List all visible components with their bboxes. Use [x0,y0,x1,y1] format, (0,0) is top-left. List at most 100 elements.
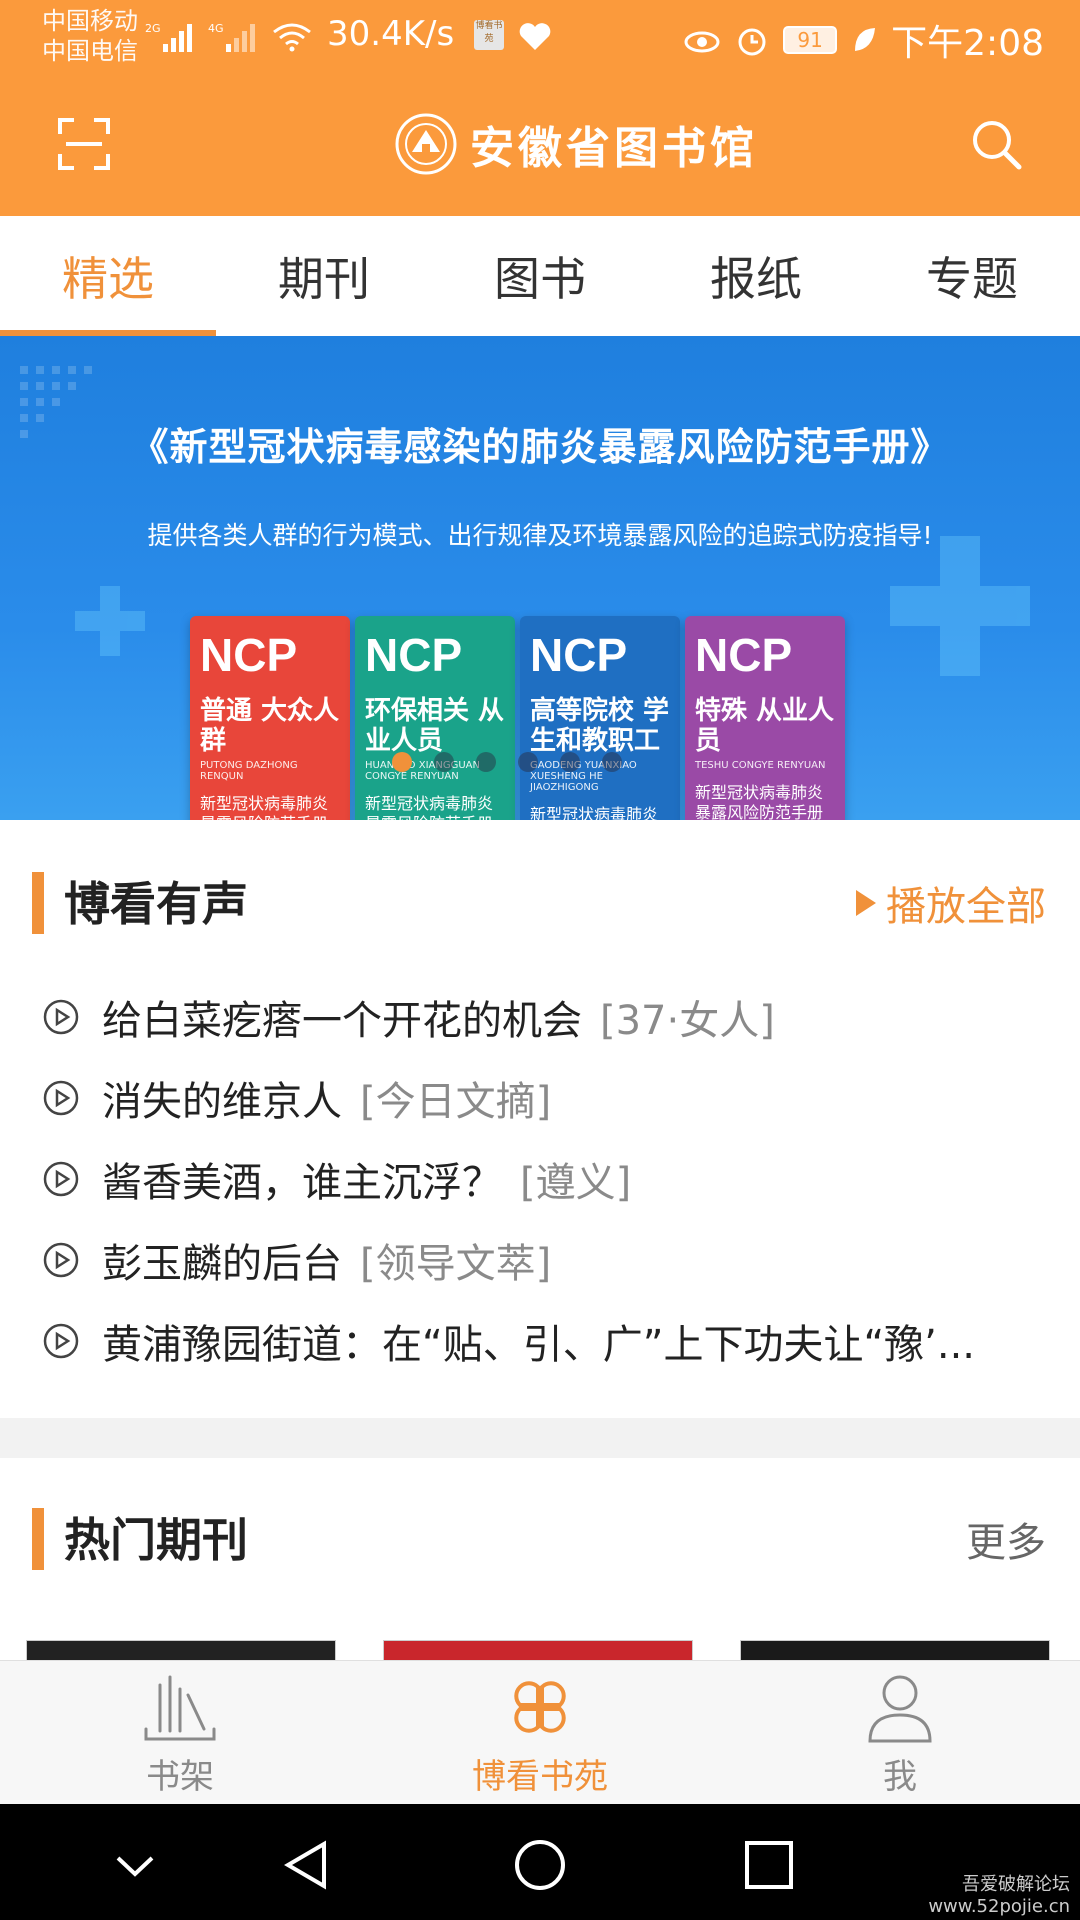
book-title: 普通 大众人群 [200,696,340,756]
carrier-2: 中国电信 [42,37,138,65]
list-item[interactable]: 消失的维京人 [今日文摘] [0,1057,1080,1138]
audio-source: [领导文萃] [360,1240,552,1287]
audio-section-header: 博看有声 播放全部 [0,860,1080,940]
category-tabs: 精选 期刊 图书 报纸 专题 [0,216,1080,336]
health-heart-icon [519,23,551,50]
carousel-indicator [392,752,622,772]
play-circle-icon[interactable] [42,1322,80,1360]
book-title: 特殊 从业人员 [695,696,835,756]
audio-source: [遵义] [520,1159,632,1206]
audio-title: 黄浦豫园街道：在“贴、引、广”上下功夫让“豫’... [102,1321,976,1368]
play-circle-icon[interactable] [42,1160,80,1198]
section-accent-bar [32,872,44,934]
bookshelf-icon [144,1675,216,1740]
carrier-info: 中国移动 中国电信 [42,6,138,66]
tab-topics[interactable]: 专题 [864,216,1080,336]
network-speed: 30.4K/s [327,14,455,54]
nav-bokan-label: 博看书苑 [472,1756,608,1797]
audio-source: [今日文摘] [360,1078,552,1125]
carousel-dot[interactable] [560,752,580,772]
audio-title: 消失的维京人 [102,1078,342,1125]
book-brand: NCP [200,629,298,681]
app-notification-icon: 博看书苑 [474,20,504,50]
list-item[interactable]: 黄浦豫园街道：在“贴、引、广”上下功夫让“豫’... [0,1300,1080,1381]
carousel-dot-active[interactable] [392,752,412,772]
tab-books[interactable]: 图书 [432,216,648,336]
leaf-icon [855,28,876,51]
audio-list: 给白菜疙瘩一个开花的机会 [37·女人] 消失的维京人 [今日文摘] 酱香美酒，… [0,976,1080,1381]
tab-featured[interactable]: 精选 [0,216,216,336]
play-circle-icon[interactable] [42,1079,80,1117]
handbook-cover: NCP 高等院校 学生和教职工 GAODENG YUANXIAO XUESHEN… [520,616,680,820]
audio-title: 酱香美酒，谁主沉浮？ [102,1159,502,1206]
tab-periodicals[interactable]: 期刊 [216,216,432,336]
book-brand: NCP [365,629,463,681]
hide-nav-chevron-icon[interactable] [108,1838,162,1892]
play-all-button[interactable]: 播放全部 [854,874,1046,932]
watermark-line2: www.52pojie.cn [928,1896,1070,1917]
watermark-line1: 吾爱破解论坛 [962,1874,1070,1895]
app-header: 安徽省图书馆 [0,72,1080,216]
library-seal-icon [395,113,457,175]
alarm-icon [738,28,766,56]
audio-title: 彭玉麟的后台 [102,1240,342,1287]
nav-bookshelf-label: 书架 [146,1756,214,1797]
book-handbook: 新型冠状病毒肺炎 暴露风险防范手册 [530,805,659,820]
section-divider [0,1418,1080,1458]
clock: 下午2:08 [891,23,1044,64]
book-handbook: 新型冠状病毒肺炎 暴露风险防范手册 [200,794,329,820]
scan-icon[interactable] [56,116,112,172]
status-right: 91 下午2:08 [683,14,1044,66]
list-item[interactable]: 给白菜疙瘩一个开花的机会 [37·女人] [0,976,1080,1057]
back-icon[interactable] [280,1838,334,1892]
book-pinyin: TESHU CONGYE RENYUAN [695,760,826,771]
play-all-label: 播放全部 [886,884,1046,930]
play-circle-icon[interactable] [42,1241,80,1279]
nav-me-label: 我 [883,1756,917,1797]
carousel-dot[interactable] [518,752,538,772]
nav-bookshelf[interactable]: 书架 [0,1661,360,1805]
clover-icon [514,1680,566,1733]
carousel-dot[interactable] [434,752,454,772]
status-bar: 中国移动 中国电信 2G 4G 30.4K/s 博看书苑 91 下午2:08 [0,0,1080,72]
carrier-1: 中国移动 [42,7,138,35]
audio-title: 给白菜疙瘩一个开花的机会 [102,997,582,1044]
bottom-navigation: 书架 博看书苑 我 [0,1660,1080,1804]
book-handbook: 新型冠状病毒肺炎 暴露风险防范手册 [695,783,824,820]
svg-text:4G: 4G [208,22,224,35]
magazine-section-title: 热门期刊 [64,1513,248,1567]
audio-section-title: 博看有声 [64,877,248,931]
book-pinyin: PUTONG DAZHONG RENQUN [200,760,298,782]
wifi-icon [273,23,311,52]
handbook-cover: NCP 特殊 从业人员 TESHU CONGYE RENYUAN 新型冠状病毒肺… [685,616,845,820]
nav-bokan-library[interactable]: 博看书苑 [360,1661,720,1805]
carousel-dot[interactable] [602,752,622,772]
signal-4g-icon: 4G [208,22,255,52]
recents-icon[interactable] [742,1838,796,1892]
list-item[interactable]: 彭玉麟的后台 [领导文萃] [0,1219,1080,1300]
search-icon[interactable] [968,116,1024,172]
system-navigation-bar: 吾爱破解论坛 www.52pojie.cn [0,1804,1080,1920]
handbook-cover: NCP 环保相关 从业人员 HUANBAO XIANGGUAN CONGYE R… [355,616,515,820]
section-accent-bar [32,1508,44,1570]
book-brand: NCP [530,629,628,681]
promo-banner[interactable]: 《新型冠状病毒感染的肺炎暴露风险防范手册》 提供各类人群的行为模式、出行规律及环… [0,336,1080,820]
more-button[interactable]: 更多 [966,1510,1046,1568]
svg-text:2G: 2G [145,22,161,35]
carousel-dot[interactable] [476,752,496,772]
audio-source: [37·女人] [600,997,775,1044]
play-triangle-icon [856,890,876,916]
person-icon [868,1675,932,1742]
book-handbook: 新型冠状病毒肺炎 暴露风险防范手册 [365,794,494,820]
home-icon[interactable] [513,1838,567,1892]
list-item[interactable]: 酱香美酒，谁主沉浮？ [遵义] [0,1138,1080,1219]
magazine-section-header: 热门期刊 更多 [0,1496,1080,1576]
play-circle-icon[interactable] [42,998,80,1036]
nav-me[interactable]: 我 [720,1661,1080,1805]
book-title: 环保相关 从业人员 [365,696,505,756]
battery-icon: 91 [783,26,838,54]
tab-newspapers[interactable]: 报纸 [648,216,864,336]
banner-subtitle: 提供各类人群的行为模式、出行规律及环境暴露风险的追踪式防疫指导! [147,521,933,550]
book-title: 高等院校 学生和教职工 [530,696,670,756]
library-name: 安徽省图书馆 [470,123,758,174]
